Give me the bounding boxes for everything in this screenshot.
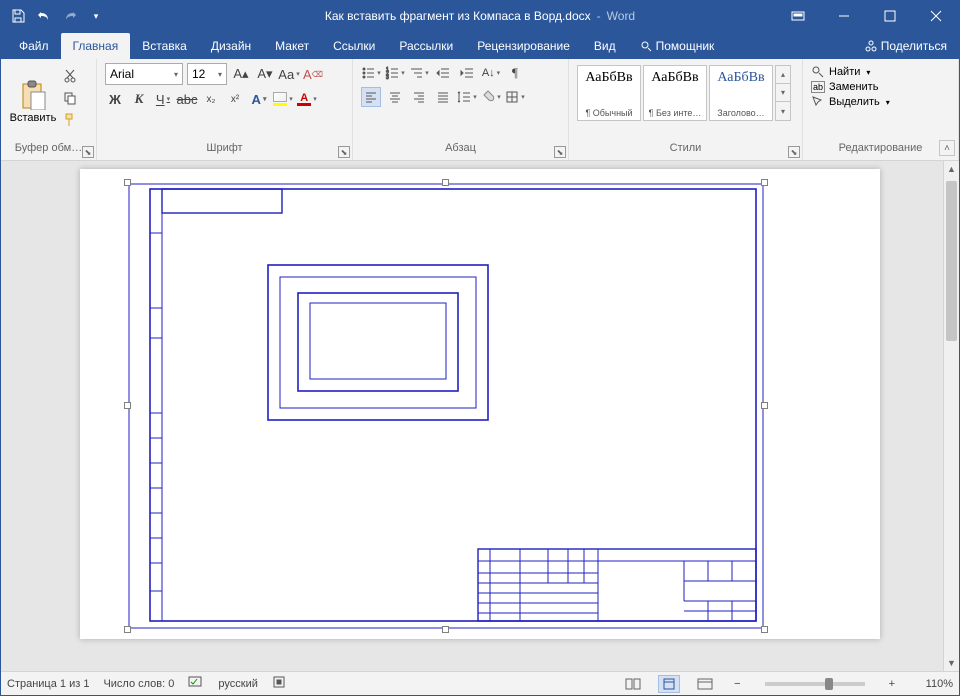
tab-design[interactable]: Дизайн bbox=[199, 33, 263, 59]
group-editing: Найти▾ abЗаменить Выделить▾ Редактирован… bbox=[803, 59, 959, 160]
change-case-icon[interactable]: Aa bbox=[279, 64, 299, 84]
statusbar: Страница 1 из 1 Число слов: 0 русский − … bbox=[1, 671, 959, 695]
replace-button[interactable]: abЗаменить bbox=[811, 81, 890, 93]
view-web-icon[interactable] bbox=[694, 675, 716, 693]
shrink-font-icon[interactable]: A▾ bbox=[255, 64, 275, 84]
status-lang[interactable]: русский bbox=[218, 678, 257, 690]
grow-font-icon[interactable]: A▴ bbox=[231, 64, 251, 84]
italic-button[interactable]: К bbox=[129, 89, 149, 109]
indent-icon[interactable] bbox=[457, 63, 477, 83]
group-font: Arial▾ 12▾ A▴ A▾ Aa A⌫ Ж К Ч abc x₂ x² bbox=[97, 59, 353, 160]
justify-icon[interactable] bbox=[433, 87, 453, 107]
ribbon: Вставить Буфер обм… ⬊ Arial▾ 12▾ A▴ bbox=[1, 59, 959, 161]
font-color-icon[interactable]: A bbox=[297, 89, 317, 109]
outdent-icon[interactable] bbox=[433, 63, 453, 83]
paste-button[interactable]: Вставить bbox=[9, 63, 57, 140]
app-name: Word bbox=[607, 9, 635, 23]
zoom-out-icon[interactable]: − bbox=[730, 678, 744, 690]
clear-format-icon[interactable]: A⌫ bbox=[303, 64, 323, 84]
tab-layout[interactable]: Макет bbox=[263, 33, 321, 59]
shading-icon[interactable] bbox=[481, 87, 501, 107]
view-print-icon[interactable] bbox=[658, 675, 680, 693]
superscript-button[interactable]: x² bbox=[225, 89, 245, 109]
font-launcher-icon[interactable]: ⬊ bbox=[338, 146, 350, 158]
status-words[interactable]: Число слов: 0 bbox=[103, 678, 174, 690]
group-clipboard: Вставить Буфер обм… ⬊ bbox=[1, 59, 97, 160]
strike-button[interactable]: abc bbox=[177, 89, 197, 109]
select-button[interactable]: Выделить▾ bbox=[811, 95, 890, 109]
align-center-icon[interactable] bbox=[385, 87, 405, 107]
doc-name: Как вставить фрагмент из Компаса в Ворд.… bbox=[325, 9, 591, 23]
text-effects-icon[interactable]: A bbox=[249, 89, 269, 109]
zoom-in-icon[interactable]: + bbox=[885, 678, 899, 690]
tab-home[interactable]: Главная bbox=[61, 33, 131, 59]
vertical-scrollbar[interactable]: ▲▼ bbox=[943, 161, 959, 671]
group-styles: АаБбВв ¶ Обычный АаБбВв ¶ Без инте… АаБб… bbox=[569, 59, 803, 160]
tab-view[interactable]: Вид bbox=[582, 33, 628, 59]
zoom-level[interactable]: 110% bbox=[913, 678, 953, 690]
style-nospacing[interactable]: АаБбВв ¶ Без инте… bbox=[643, 65, 707, 121]
qat-customize-icon[interactable]: ▾ bbox=[87, 7, 105, 25]
tab-references[interactable]: Ссылки bbox=[321, 33, 387, 59]
subscript-button[interactable]: x₂ bbox=[201, 89, 221, 109]
status-page[interactable]: Страница 1 из 1 bbox=[7, 678, 89, 690]
maximize-icon[interactable] bbox=[867, 1, 913, 31]
redo-icon[interactable] bbox=[61, 7, 79, 25]
titlebar: ▾ Как вставить фрагмент из Компаса в Вор… bbox=[1, 1, 959, 31]
align-right-icon[interactable] bbox=[409, 87, 429, 107]
style-normal[interactable]: АаБбВв ¶ Обычный bbox=[577, 65, 641, 121]
window-controls bbox=[775, 1, 959, 31]
paragraph-launcher-icon[interactable]: ⬊ bbox=[554, 146, 566, 158]
bullets-icon[interactable] bbox=[361, 63, 381, 83]
embedded-object[interactable] bbox=[128, 183, 764, 629]
tab-help[interactable]: Помощник bbox=[628, 33, 727, 59]
page bbox=[80, 169, 880, 639]
collapse-ribbon-icon[interactable]: ˄ bbox=[939, 140, 955, 156]
underline-button[interactable]: Ч bbox=[153, 89, 173, 109]
document-area[interactable] bbox=[1, 161, 959, 671]
close-icon[interactable] bbox=[913, 1, 959, 31]
tab-review[interactable]: Рецензирование bbox=[465, 33, 582, 59]
view-read-icon[interactable] bbox=[622, 675, 644, 693]
ribbon-tabs: Файл Главная Вставка Дизайн Макет Ссылки… bbox=[1, 31, 959, 59]
line-spacing-icon[interactable] bbox=[457, 87, 477, 107]
styles-launcher-icon[interactable]: ⬊ bbox=[788, 146, 800, 158]
kompas-drawing bbox=[128, 183, 764, 629]
tab-insert[interactable]: Вставка bbox=[130, 33, 199, 59]
bold-button[interactable]: Ж bbox=[105, 89, 125, 109]
highlight-icon[interactable] bbox=[273, 89, 293, 109]
find-button[interactable]: Найти▾ bbox=[811, 65, 890, 79]
clipboard-launcher-icon[interactable]: ⬊ bbox=[82, 146, 94, 158]
zoom-slider[interactable] bbox=[765, 682, 865, 686]
word-window: ▾ Как вставить фрагмент из Компаса в Вор… bbox=[0, 0, 960, 696]
group-paragraph: 123 A↓ ¶ bbox=[353, 59, 569, 160]
borders-icon[interactable] bbox=[505, 87, 525, 107]
status-macro-icon[interactable] bbox=[272, 675, 286, 692]
style-heading1[interactable]: АаБбВв Заголово… bbox=[709, 65, 773, 121]
multilevel-icon[interactable] bbox=[409, 63, 429, 83]
format-painter-icon[interactable] bbox=[61, 111, 79, 129]
window-title: Как вставить фрагмент из Компаса в Ворд.… bbox=[325, 9, 635, 23]
status-spell-icon[interactable] bbox=[188, 675, 204, 692]
sort-icon[interactable]: A↓ bbox=[481, 63, 501, 83]
numbering-icon[interactable]: 123 bbox=[385, 63, 405, 83]
svg-text:3: 3 bbox=[386, 75, 389, 80]
font-name-combo[interactable]: Arial▾ bbox=[105, 63, 183, 85]
font-size-combo[interactable]: 12▾ bbox=[187, 63, 227, 85]
tab-mailings[interactable]: Рассылки bbox=[387, 33, 465, 59]
undo-icon[interactable] bbox=[35, 7, 53, 25]
align-left-icon[interactable] bbox=[361, 87, 381, 107]
copy-icon[interactable] bbox=[61, 89, 79, 107]
share-button[interactable]: Поделиться bbox=[853, 33, 959, 59]
cut-icon[interactable] bbox=[61, 67, 79, 85]
ribbon-options-icon[interactable] bbox=[775, 1, 821, 31]
show-marks-icon[interactable]: ¶ bbox=[505, 63, 525, 83]
save-icon[interactable] bbox=[9, 7, 27, 25]
minimize-icon[interactable] bbox=[821, 1, 867, 31]
tab-file[interactable]: Файл bbox=[7, 33, 61, 59]
quick-access-toolbar: ▾ bbox=[1, 7, 105, 25]
styles-gallery-nav[interactable]: ▴▾▾ bbox=[775, 65, 791, 121]
document-area-wrap: ▲▼ bbox=[1, 161, 959, 671]
